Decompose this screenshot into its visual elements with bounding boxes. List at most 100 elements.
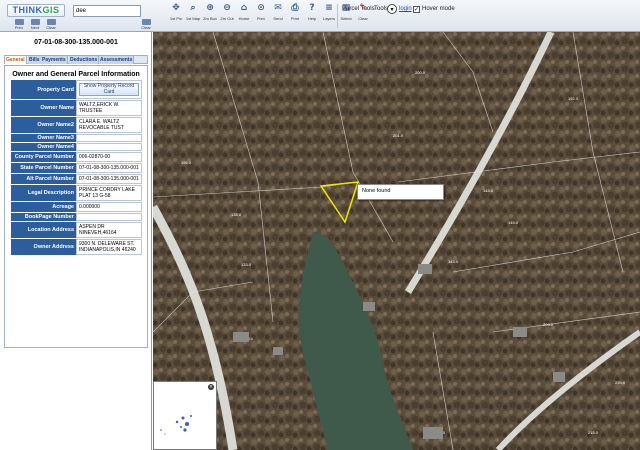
- info-row: Owner Name2 CLARA E. WALTZ REVOCABLE TUST: [11, 117, 142, 134]
- info-row: Owner Name4: [11, 143, 142, 152]
- info-row: County Parcel Number 006-02870-00: [11, 152, 142, 163]
- toolbar-divider: [337, 4, 338, 28]
- row-label: Owner Address: [11, 239, 76, 255]
- hover-popup: None found: [357, 184, 444, 200]
- aerial-imagery: 200.0 201.0 152.0 196.0 138.0 133.0 143.…: [153, 32, 640, 450]
- zoom-out-tool[interactable]: ⊖ Zm Out: [219, 3, 235, 31]
- clear-search-button[interactable]: Clear: [44, 19, 58, 31]
- parcel-label: 239.0: [615, 380, 626, 385]
- row-label: Alt Parcel Number: [11, 174, 76, 184]
- info-row: Legal Description PRINCE CORDRY LAKE PLAT…: [11, 185, 142, 202]
- prev-extent-tool[interactable]: ⊙ Prev: [253, 3, 269, 31]
- tools-dropdown-icon[interactable]: ▾: [387, 4, 397, 14]
- info-row: Property Card Show Property Record Card: [11, 80, 142, 100]
- info-row: BookPage Number: [11, 213, 142, 222]
- info-tabs: General Bills Payments Deductions Assess…: [4, 55, 148, 64]
- parcel-label: 215.0: [588, 430, 599, 435]
- print-tool[interactable]: ⎙ Print: [287, 3, 303, 31]
- login-link[interactable]: login: [399, 6, 412, 12]
- info-row: Owner Address 9300 N. DELEWARE ST. INDIAN…: [11, 239, 142, 256]
- general-info-box: Owner and General Parcel Information Pro…: [4, 65, 148, 348]
- property-card-button[interactable]: Show Property Record Card: [79, 83, 139, 96]
- layers-tool[interactable]: ≡ Layers: [321, 3, 337, 31]
- clear-panel-button[interactable]: Clear: [139, 19, 153, 31]
- row-label: Owner Name: [11, 100, 76, 116]
- row-label: County Parcel Number: [11, 152, 76, 162]
- parcel-info-panel: 07-01-08-300-135.000-001 General Bills P…: [0, 32, 152, 450]
- tab-bills[interactable]: Bills: [28, 56, 42, 64]
- prev-result-button[interactable]: Prev: [12, 19, 26, 31]
- row-value: PRINCE CORDRY LAKE PLAT 13 G-58: [76, 185, 142, 201]
- tab-general[interactable]: General: [5, 56, 27, 64]
- zoom-out-icon: ⊖: [223, 3, 231, 13]
- info-rows: Property Card Show Property Record Card …: [11, 80, 142, 256]
- row-label: Owner Name2: [11, 117, 76, 133]
- info-row: State Parcel Number 07-01-08-300-135.000-…: [11, 163, 142, 174]
- parcel-label: 203.0: [543, 322, 554, 327]
- search-input[interactable]: [73, 5, 141, 17]
- row-label: Acreage: [11, 202, 76, 212]
- row-value: 9300 N. DELEWARE ST. INDIANAPOLIS,IN 462…: [76, 239, 142, 255]
- row-label: Location Address: [11, 222, 76, 238]
- parcel-label: 145.0: [508, 220, 519, 225]
- aerial-map[interactable]: 200.0 201.0 152.0 196.0 138.0 133.0 143.…: [153, 32, 640, 450]
- parcel-label: 144.0: [483, 188, 494, 193]
- row-label: Legal Description: [11, 185, 76, 201]
- info-row: Acreage 0.000000: [11, 202, 142, 213]
- row-label: Property Card: [11, 80, 76, 99]
- section-title: Owner and General Parcel Information: [12, 71, 140, 78]
- parcel-id-title: 07-01-08-300-135.000-001: [34, 39, 118, 46]
- parcel-label: 143.0: [448, 259, 459, 264]
- zoom-in-icon: ⊕: [206, 3, 214, 13]
- info-row: Owner Name3: [11, 134, 142, 143]
- home-icon: ⌂: [240, 3, 248, 13]
- row-value: Show Property Record Card: [76, 80, 142, 99]
- hover-mode-checkbox[interactable]: ✓: [413, 6, 420, 13]
- parcel-label: 138.0: [231, 212, 242, 217]
- row-value: CLARA E. WALTZ REVOCABLE TUST: [76, 117, 142, 133]
- parcel-tools-menu[interactable]: Parcel Tools: [342, 6, 375, 12]
- layers-icon: ≡: [325, 3, 333, 13]
- send-tool[interactable]: ✉ Send: [270, 3, 286, 31]
- row-value: [76, 213, 142, 221]
- help-icon: ?: [309, 3, 315, 13]
- help-tool[interactable]: ? Help: [304, 3, 320, 31]
- row-value: 0.000000: [76, 202, 142, 212]
- tab-deductions[interactable]: Deductions: [69, 56, 100, 64]
- row-value: 07-01-08-300-135.000-001: [76, 163, 142, 173]
- row-value: [76, 134, 142, 142]
- info-row: Location Address ASPEN DR NINEVEH,46164: [11, 222, 142, 239]
- parcel-label: 200.0: [415, 70, 426, 75]
- row-label: Owner Name4: [11, 143, 76, 151]
- hover-mode-label: Hover mode: [422, 6, 455, 12]
- info-row: Alt Parcel Number 07-01-08-300-135.000-00…: [11, 174, 142, 185]
- envelope-icon: ✉: [274, 3, 282, 13]
- thinkgis-logo: THINKGIS: [7, 4, 65, 17]
- printer-icon: ⎙: [291, 3, 299, 13]
- overview-map-graphic: [160, 415, 192, 435]
- row-value: [76, 143, 142, 151]
- overview-map[interactable]: ×: [153, 381, 217, 450]
- parcel-label: 196.0: [181, 160, 192, 165]
- parcel-label: 133.0: [241, 262, 252, 267]
- tab-assessments[interactable]: Assessments: [99, 56, 135, 64]
- row-value: WALTZ,ERICK W. TRUSTEE: [76, 100, 142, 116]
- magnifier-icon: ⌕: [190, 3, 196, 13]
- home-tool[interactable]: ⌂ Home: [236, 3, 252, 31]
- info-row: Owner Name WALTZ,ERICK W. TRUSTEE: [11, 100, 142, 117]
- tools-menu[interactable]: Tools: [374, 6, 388, 12]
- next-result-button[interactable]: Next: [28, 19, 42, 31]
- toolbar: THINKGIS Prev Next Clear Clear ✥1st Pin …: [0, 0, 640, 32]
- row-label: Owner Name3: [11, 134, 76, 142]
- parcel-label: 152.0: [568, 96, 579, 101]
- tab-payments[interactable]: Payments: [41, 56, 68, 64]
- row-label: State Parcel Number: [11, 163, 76, 173]
- first-map-tool[interactable]: ⌕ 1st Map: [185, 3, 201, 31]
- popup-text: None found: [362, 188, 391, 194]
- zoom-box-tool[interactable]: ⊕ Zm Box: [202, 3, 218, 31]
- zoom-prev-icon: ⊙: [257, 3, 265, 13]
- row-value: 07-01-08-300-135.000-001: [76, 174, 142, 184]
- pin-icon: ✥: [172, 3, 180, 13]
- first-pin-tool[interactable]: ✥ 1st Pin: [168, 3, 184, 31]
- parcel-label: 201.0: [393, 133, 404, 138]
